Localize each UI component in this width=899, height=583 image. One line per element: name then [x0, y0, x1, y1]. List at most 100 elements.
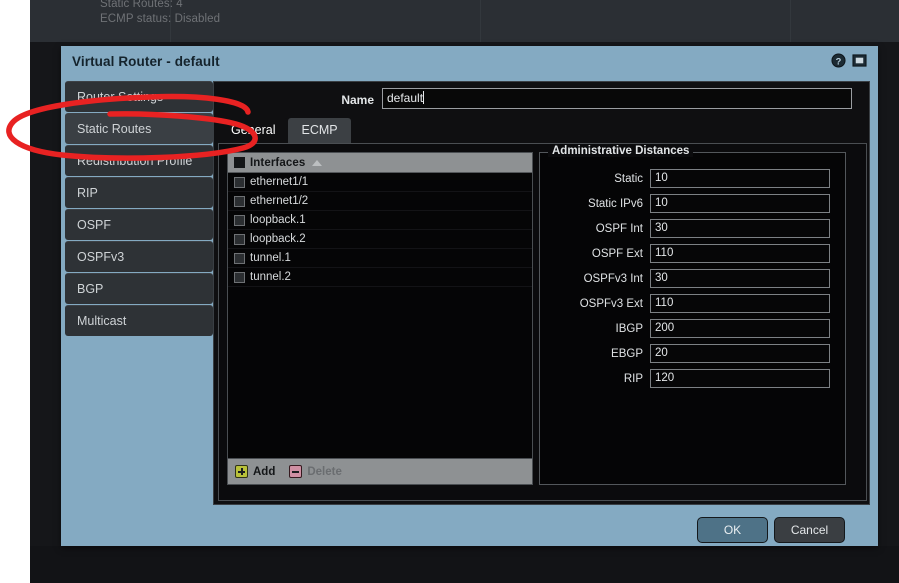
- dialog-title-icons: ?: [831, 53, 867, 68]
- checkbox-icon: [233, 176, 245, 188]
- field-row-ospf-ext: OSPF Ext 110: [540, 241, 847, 266]
- row-checkbox[interactable]: [228, 176, 250, 188]
- ospf-int-distance-input[interactable]: 30: [650, 219, 830, 238]
- sidebar-item-multicast[interactable]: Multicast: [65, 305, 213, 336]
- name-input[interactable]: default: [382, 88, 852, 109]
- row-checkbox[interactable]: [228, 252, 250, 264]
- interface-name: ethernet1/1: [250, 176, 309, 188]
- sidebar-item-label: OSPF: [77, 218, 112, 232]
- field-row-ebgp: EBGP 20: [540, 341, 847, 366]
- background-footer: [30, 546, 899, 583]
- background-column-divider: [790, 0, 791, 42]
- virtual-router-dialog: Virtual Router - default ? Router Settin…: [61, 46, 878, 546]
- checkbox-icon: [233, 195, 245, 207]
- sidebar-item-label: RIP: [77, 186, 98, 200]
- cancel-button[interactable]: Cancel: [774, 517, 845, 543]
- sidebar-item-label: Router Settings: [77, 90, 164, 104]
- sidebar-item-static-routes[interactable]: Static Routes: [61, 113, 213, 145]
- tab-label: General: [231, 123, 276, 137]
- sidebar-item-bgp[interactable]: BGP: [65, 273, 213, 304]
- plus-icon: [235, 465, 248, 478]
- help-icon[interactable]: ?: [831, 53, 846, 68]
- interfaces-table-header: Interfaces: [228, 153, 532, 173]
- tab-ecmp[interactable]: ECMP: [288, 118, 351, 143]
- delete-button: Delete: [289, 465, 342, 478]
- table-row[interactable]: ethernet1/1: [228, 173, 532, 192]
- text-caret: [423, 91, 425, 104]
- interface-name: loopback.2: [250, 233, 306, 245]
- sidebar-item-label: Multicast: [77, 314, 127, 328]
- ospfv3-ext-distance-input[interactable]: 110: [650, 294, 830, 313]
- background-column-divider: [480, 0, 481, 42]
- table-row[interactable]: loopback.1: [228, 211, 532, 230]
- static-distance-input[interactable]: 10: [650, 169, 830, 188]
- checkbox-icon: [233, 214, 245, 226]
- field-row-rip: RIP 120: [540, 366, 847, 391]
- interfaces-column-header[interactable]: Interfaces: [250, 157, 305, 169]
- static-ipv6-distance-input[interactable]: 10: [650, 194, 830, 213]
- field-row-static-ipv6: Static IPv6 10: [540, 191, 847, 216]
- ospf-ext-distance-input[interactable]: 110: [650, 244, 830, 263]
- rip-distance-input[interactable]: 120: [650, 369, 830, 388]
- table-row[interactable]: tunnel.1: [228, 249, 532, 268]
- ibgp-distance-input[interactable]: 200: [650, 319, 830, 338]
- field-label: Static: [614, 172, 643, 185]
- general-tab-panel: Interfaces ethernet1/1 ethernet1/2 loopb…: [218, 143, 867, 501]
- field-row-ibgp: IBGP 200: [540, 316, 847, 341]
- sidebar-item-redistribution-profile[interactable]: Redistribution Profile: [65, 145, 213, 176]
- minus-icon: [289, 465, 303, 478]
- interfaces-table: Interfaces ethernet1/1 ethernet1/2 loopb…: [227, 152, 533, 459]
- table-row[interactable]: tunnel.2: [228, 268, 532, 287]
- checkbox-icon: [233, 233, 245, 245]
- delete-button-label: Delete: [307, 465, 342, 478]
- tab-bar: General ECMP: [218, 118, 351, 143]
- checkbox-icon: [233, 252, 245, 264]
- table-row[interactable]: loopback.2: [228, 230, 532, 249]
- field-row-ospfv3-ext: OSPFv3 Ext 110: [540, 291, 847, 316]
- field-row-static: Static 10: [540, 166, 847, 191]
- sidebar-item-rip[interactable]: RIP: [65, 177, 213, 208]
- row-checkbox[interactable]: [228, 214, 250, 226]
- row-checkbox[interactable]: [228, 233, 250, 245]
- field-label: OSPFv3 Int: [583, 272, 643, 285]
- tab-label: ECMP: [301, 123, 338, 137]
- name-label: Name: [341, 93, 374, 107]
- add-button-label: Add: [253, 465, 276, 478]
- dialog-footer: OK Cancel: [61, 507, 878, 546]
- row-checkbox[interactable]: [228, 195, 250, 207]
- checkbox-icon: [233, 271, 245, 283]
- background-right-pane: [878, 42, 899, 546]
- checkbox-icon: [233, 157, 245, 168]
- field-row-ospfv3-int: OSPFv3 Int 30: [540, 266, 847, 291]
- sort-ascending-icon[interactable]: [312, 159, 323, 166]
- dialog-title: Virtual Router - default: [72, 54, 220, 69]
- sidebar-item-label: Redistribution Profile: [77, 154, 193, 168]
- interfaces-table-toolbar: Add Delete: [227, 459, 533, 485]
- ok-button[interactable]: OK: [697, 517, 768, 543]
- field-label: OSPF Ext: [591, 247, 643, 260]
- sidebar-item-label: Static Routes: [77, 122, 152, 136]
- select-all-checkbox[interactable]: [228, 157, 250, 168]
- table-row[interactable]: ethernet1/2: [228, 192, 532, 211]
- sidebar-item-ospfv3[interactable]: OSPFv3: [65, 241, 213, 272]
- dialog-sidebar: Router Settings Static Routes Redistribu…: [61, 81, 213, 536]
- tab-general[interactable]: General: [218, 118, 289, 143]
- interface-name: ethernet1/2: [250, 195, 309, 207]
- administrative-distances-fields: Static 10 Static IPv6 10 OSPF Int 30 OSP…: [540, 166, 847, 391]
- restore-window-icon[interactable]: [852, 53, 867, 68]
- screen: Static Routes: 4 ECMP status: Disabled V…: [0, 0, 899, 583]
- add-button[interactable]: Add: [235, 465, 275, 478]
- field-label: IBGP: [615, 322, 643, 335]
- field-label: Static IPv6: [588, 197, 643, 210]
- administrative-distances-group: Administrative Distances Static 10 Stati…: [539, 145, 847, 485]
- background-ecmp-status-text: ECMP status: Disabled: [100, 13, 221, 25]
- ospfv3-int-distance-input[interactable]: 30: [650, 269, 830, 288]
- sidebar-item-ospf[interactable]: OSPF: [65, 209, 213, 240]
- ok-button-label: OK: [723, 523, 742, 537]
- field-label: RIP: [623, 372, 643, 385]
- ebgp-distance-input[interactable]: 20: [650, 344, 830, 363]
- sidebar-item-router-settings[interactable]: Router Settings: [65, 81, 213, 112]
- dialog-right-strip: [870, 81, 876, 505]
- interface-name: loopback.1: [250, 214, 306, 226]
- row-checkbox[interactable]: [228, 271, 250, 283]
